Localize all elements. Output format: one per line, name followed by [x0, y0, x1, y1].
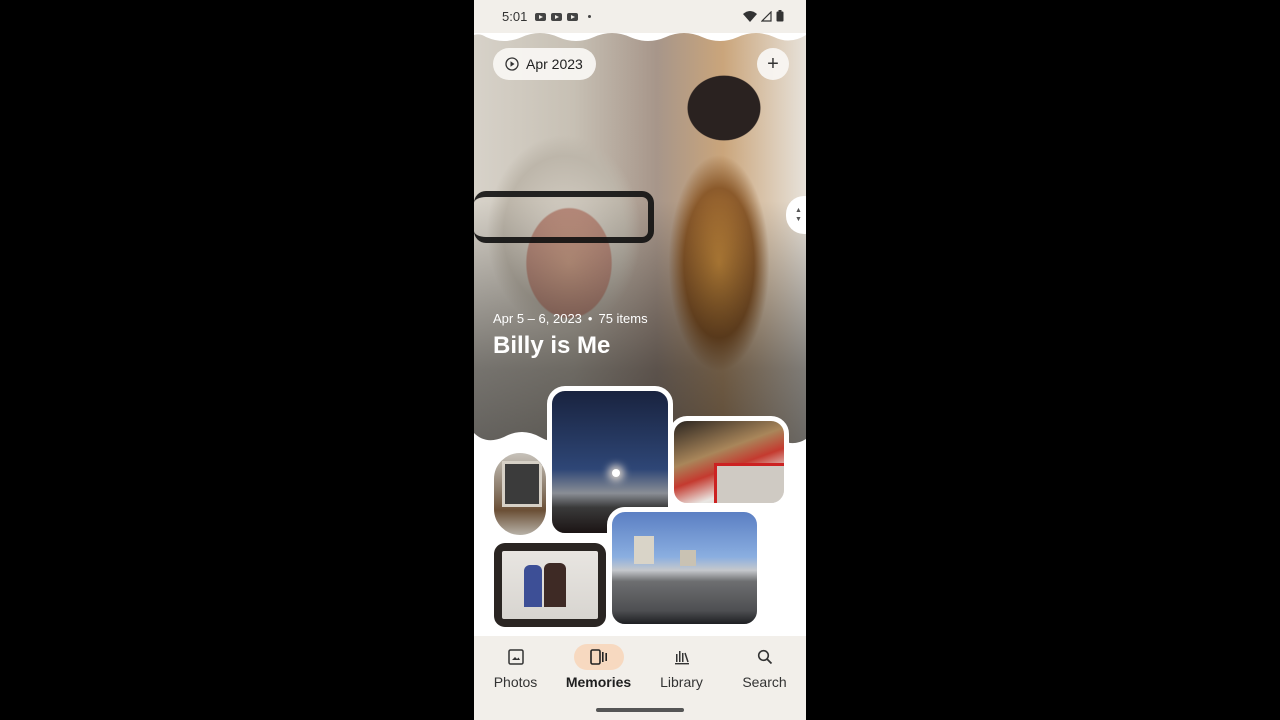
- memory-date-range: Apr 5 – 6, 2023: [493, 311, 582, 326]
- memories-icon: [573, 644, 624, 670]
- memory-item-count: 75 items: [598, 311, 648, 326]
- nav-label: Search: [742, 674, 787, 690]
- add-button[interactable]: +: [757, 48, 789, 80]
- portrait-frame: [502, 461, 542, 507]
- phone-screen: 5:01 Apr 2023 + ▲ ▼ Apr 5 – 6, 2023 • 75…: [474, 0, 806, 720]
- grain-elevator: [634, 536, 654, 564]
- chevron-up-icon: ▲: [795, 207, 802, 214]
- photo-icon: [491, 644, 541, 670]
- status-bar: 5:01: [474, 0, 806, 33]
- artwork: [714, 463, 784, 503]
- youtube-icon: [535, 12, 547, 21]
- nav-search[interactable]: Search: [723, 644, 806, 690]
- system-icons: [743, 10, 784, 22]
- nav-memories[interactable]: Memories: [557, 644, 640, 690]
- more-notifications-dot-icon: [588, 15, 592, 18]
- home-indicator[interactable]: [596, 708, 684, 712]
- separator-dot: •: [587, 311, 593, 326]
- building: [680, 550, 696, 566]
- framed-portrait-photo[interactable]: [491, 450, 549, 538]
- status-time: 5:01: [502, 9, 528, 24]
- search-icon: [740, 644, 790, 670]
- nav-label: Memories: [565, 674, 632, 690]
- picture-frame: [494, 543, 606, 627]
- plus-icon: +: [767, 52, 779, 75]
- battery-icon: [776, 10, 784, 22]
- bottom-navigation: Photos Memories Library Search: [474, 636, 806, 720]
- youtube-icon: [551, 12, 563, 21]
- memory-title: Billy is Me: [493, 332, 611, 359]
- nav-photos[interactable]: Photos: [474, 644, 557, 690]
- play-circle-icon: [505, 57, 519, 71]
- red-framed-artwork-photo[interactable]: [669, 416, 789, 508]
- framed-two-people-photo[interactable]: [491, 540, 609, 630]
- memory-date-chip[interactable]: Apr 2023: [493, 48, 596, 80]
- nav-label: Library: [660, 674, 703, 690]
- signal-icon: [761, 10, 772, 22]
- nav-label: Photos: [493, 674, 538, 690]
- date-chip-label: Apr 2023: [526, 56, 583, 72]
- youtube-icon: [567, 12, 579, 21]
- chevron-down-icon: ▼: [795, 216, 802, 223]
- memory-metadata: Apr 5 – 6, 2023 • 75 items: [493, 311, 648, 326]
- top-wave-edge: [474, 33, 806, 41]
- headlight-glow: [612, 469, 620, 477]
- library-icon: [657, 644, 707, 670]
- street-grain-elevator-photo[interactable]: [607, 507, 762, 629]
- wifi-icon: [743, 10, 757, 22]
- nav-library[interactable]: Library: [640, 644, 723, 690]
